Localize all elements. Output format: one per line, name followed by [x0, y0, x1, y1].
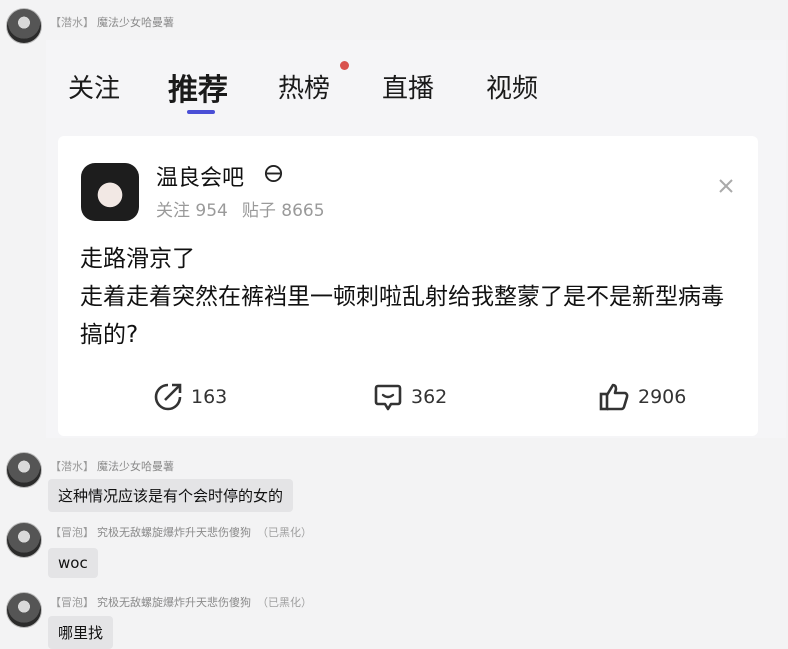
avatar[interactable]: [6, 522, 42, 558]
post-count: 贴子 8665: [241, 201, 325, 221]
tab-bar: 关注 推荐 热榜 直播 视频: [46, 40, 786, 130]
like-count: 2906: [638, 386, 687, 408]
post-line-2: 走着走着突然在裤裆里一顿刺啦乱射给我整蒙了是不是新型病毒搞的?: [80, 284, 724, 348]
post-body: 走路滑京了 走着走着突然在裤裆里一顿刺啦乱射给我整蒙了是不是新型病毒搞的?: [80, 240, 740, 354]
member-tag: 【潜水】: [50, 460, 94, 473]
tab-follow[interactable]: 关注: [68, 68, 120, 105]
sender-line: 【冒泡】 究极无敌螺旋爆炸升天悲伤傻狗 （已黑化）: [50, 594, 312, 610]
avatar[interactable]: [6, 452, 42, 488]
message-bubble[interactable]: woc: [48, 548, 98, 578]
sender-name[interactable]: 究极无敌螺旋爆炸升天悲伤傻狗: [97, 596, 251, 609]
status-suffix: （已黑化）: [257, 596, 312, 609]
comment-count: 362: [411, 386, 448, 408]
member-tag: 【潜水】: [50, 16, 94, 29]
author-name[interactable]: 温良会吧: [156, 160, 244, 192]
sender-line: 【潜水】 魔法少女哈曼薯: [50, 14, 174, 30]
comment-icon: [374, 384, 402, 411]
tab-video[interactable]: 视频: [486, 68, 538, 105]
shared-screenshot[interactable]: 关注 推荐 热榜 直播 视频 温良会吧 关注 954 贴子 8665 走路滑京了 …: [46, 40, 786, 438]
message-bubble[interactable]: 哪里找: [48, 616, 114, 649]
share-icon: [154, 383, 182, 411]
status-suffix: （已黑化）: [257, 526, 312, 539]
post-line-1: 走路滑京了: [80, 246, 195, 272]
share-count: 163: [191, 386, 228, 408]
avatar[interactable]: [6, 8, 42, 44]
sender-name[interactable]: 究极无敌螺旋爆炸升天悲伤傻狗: [97, 526, 251, 539]
comment-button[interactable]: 362: [373, 382, 447, 412]
avatar[interactable]: [81, 163, 139, 221]
tab-recommend[interactable]: 推荐: [168, 65, 228, 109]
share-button[interactable]: 163: [153, 382, 227, 412]
sender-line: 【冒泡】 究极无敌螺旋爆炸升天悲伤傻狗 （已黑化）: [50, 524, 312, 540]
notification-dot: [340, 61, 349, 70]
sender-name[interactable]: 魔法少女哈曼薯: [97, 460, 174, 473]
tab-live[interactable]: 直播: [382, 68, 434, 105]
follow-count: 关注 954: [156, 201, 228, 221]
message-bubble[interactable]: 这种情况应该是有个会时停的女的: [48, 479, 294, 512]
avatar[interactable]: [6, 592, 42, 628]
like-icon: [599, 383, 629, 411]
like-button[interactable]: 2906: [598, 382, 686, 412]
member-tag: 【冒泡】: [50, 596, 94, 609]
post-card[interactable]: 温良会吧 关注 954 贴子 8665 走路滑京了 走着走着突然在裤裆里一顿刺啦乱…: [58, 136, 758, 436]
active-tab-indicator: [187, 110, 215, 114]
tab-hot[interactable]: 热榜: [278, 68, 330, 105]
member-tag: 【冒泡】: [50, 526, 94, 539]
author-stats: 关注 954 贴子 8665: [156, 196, 325, 221]
no-entry-icon: [264, 164, 283, 183]
sender-name[interactable]: 魔法少女哈曼薯: [97, 16, 174, 29]
close-icon[interactable]: [716, 176, 736, 196]
sender-line: 【潜水】 魔法少女哈曼薯: [50, 458, 174, 474]
